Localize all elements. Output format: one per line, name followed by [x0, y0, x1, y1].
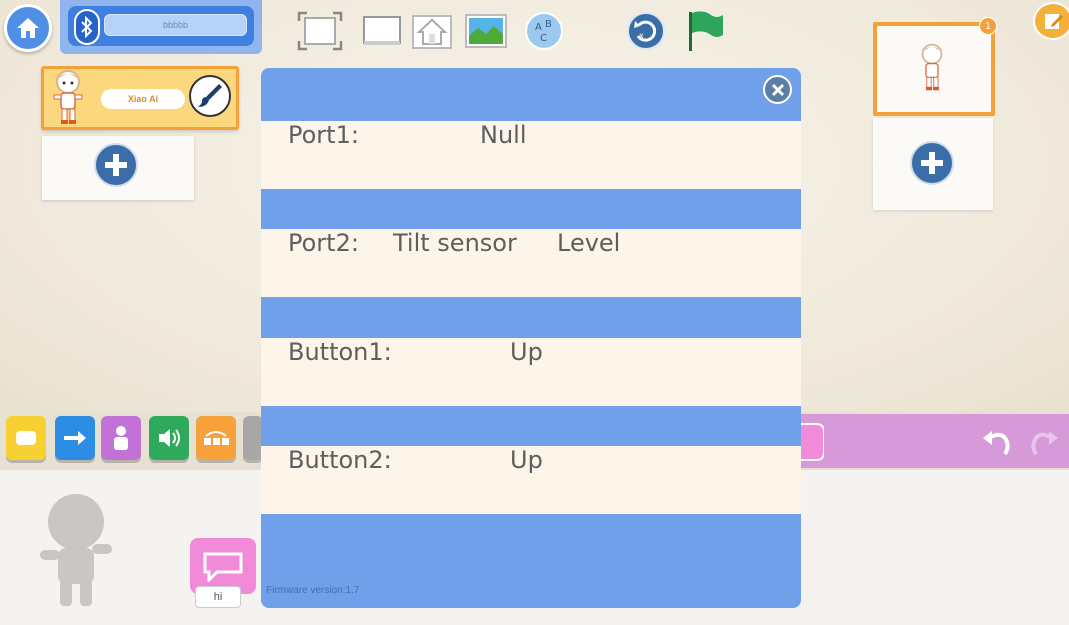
undo-icon — [983, 431, 1010, 456]
home-icon — [17, 18, 39, 38]
category-motion[interactable] — [55, 416, 95, 460]
undo-button[interactable] — [980, 424, 1014, 458]
reset-icon: x — [627, 12, 665, 50]
svg-text:x: x — [639, 31, 644, 40]
category-sound[interactable] — [149, 416, 189, 460]
category-triggers[interactable] — [6, 416, 46, 460]
speech-text-field[interactable]: hi — [195, 586, 241, 608]
abc-icon: A B C — [525, 12, 563, 50]
green-flag-icon — [689, 11, 723, 51]
palette-block[interactable] — [800, 420, 824, 464]
row-value: Tilt sensor — [393, 229, 517, 257]
text-button[interactable]: A B C — [520, 10, 568, 52]
house-outline-icon — [412, 15, 452, 49]
svg-text:A: A — [535, 22, 542, 33]
sprite-silhouette — [40, 494, 112, 606]
arrow-right-icon — [64, 431, 86, 445]
paint-sprite-button[interactable] — [189, 75, 231, 117]
category-looks[interactable] — [101, 416, 141, 460]
firmware-version: Firmware version:1.7 — [266, 585, 360, 596]
sprite-thumbnail — [53, 70, 83, 124]
speech-bubble-icon — [203, 552, 243, 582]
control-icon — [204, 431, 229, 445]
background-home-button[interactable] — [408, 10, 456, 52]
add-scene-button[interactable] — [910, 141, 954, 185]
row-value: Null — [480, 121, 527, 149]
row-label: Button1: — [288, 338, 392, 366]
paint-brush-icon — [198, 84, 222, 107]
category-control[interactable] — [196, 416, 236, 460]
redo-icon — [1031, 431, 1058, 456]
status-row-port2: Port2: Tilt sensor Level — [261, 229, 801, 297]
status-row-button2: Button2: Up — [261, 446, 801, 514]
scene-number-badge: 1 — [979, 17, 997, 35]
redo-button[interactable] — [1024, 424, 1064, 458]
status-row-button1: Button1: Up — [261, 338, 801, 406]
row-label: Port2: — [288, 229, 359, 257]
edit-button[interactable] — [1033, 2, 1069, 40]
row-label: Port1: — [288, 121, 359, 149]
reset-button[interactable]: x — [622, 10, 670, 52]
fullscreen-icon — [297, 11, 343, 51]
add-sprite-button[interactable] — [94, 143, 138, 187]
plus-icon — [105, 154, 127, 176]
svg-text:B: B — [545, 19, 552, 30]
speaker-icon — [159, 429, 180, 447]
category-end[interactable] — [243, 416, 263, 460]
person-icon — [114, 426, 128, 450]
row-value: Up — [510, 338, 543, 366]
home-button[interactable] — [4, 4, 52, 52]
window-button[interactable] — [358, 10, 406, 52]
bluetooth-device-name[interactable]: bbbbb — [104, 14, 247, 36]
trigger-icon — [16, 431, 36, 445]
edit-icon — [1045, 14, 1063, 29]
close-icon — [771, 83, 784, 96]
window-icon — [363, 16, 401, 45]
image-icon — [465, 14, 507, 48]
svg-text:C: C — [540, 33, 547, 44]
scene-thumbnail — [921, 43, 943, 91]
background-image-button[interactable] — [462, 10, 510, 52]
row-extra: Level — [557, 229, 621, 257]
plus-icon — [921, 152, 943, 174]
bluetooth-button[interactable] — [74, 9, 100, 45]
close-dialog-button[interactable] — [763, 75, 792, 104]
row-value: Up — [510, 446, 543, 474]
bluetooth-icon — [81, 16, 93, 38]
sprite-name-label: Xiao Ai — [101, 89, 185, 109]
row-label: Button2: — [288, 446, 392, 474]
fullscreen-button[interactable] — [296, 10, 344, 52]
start-flag-button[interactable] — [680, 10, 728, 52]
status-row-port1: Port1: Null — [261, 121, 801, 189]
